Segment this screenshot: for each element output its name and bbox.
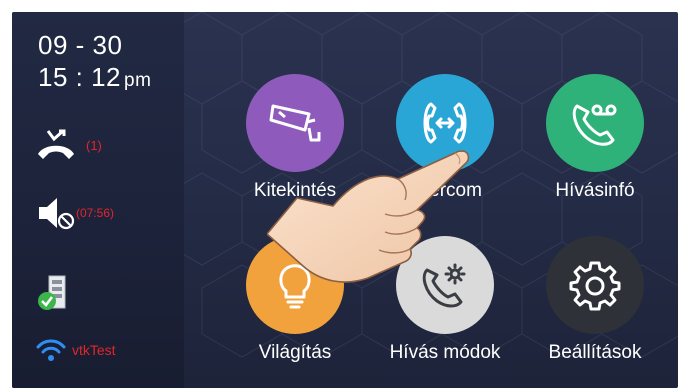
cctv-camera-icon xyxy=(269,104,321,142)
date-display: 09 - 30 xyxy=(38,30,123,60)
home-screen: 09 - 30 15 : 12 pm (1) (07:56) vtkTest K… xyxy=(12,12,678,388)
device-status-row[interactable] xyxy=(36,274,76,312)
mute-row[interactable]: (07:56) xyxy=(36,196,114,230)
pointing-hand-illustration xyxy=(267,150,470,283)
wifi-icon xyxy=(36,339,66,361)
voicemail-phone-icon xyxy=(572,104,617,146)
wifi-network-name: vtkTest xyxy=(72,342,116,358)
mute-speaker-icon xyxy=(39,198,75,230)
device-online-icon xyxy=(38,275,66,310)
wifi-row[interactable]: vtkTest xyxy=(36,338,116,362)
app-hivas-modok-label: Hívás módok xyxy=(389,342,501,363)
missed-calls-count: (1) xyxy=(86,137,102,153)
app-vilagitas-label: Világítás xyxy=(258,342,332,363)
app-hivasinfo-circle xyxy=(546,74,644,172)
app-hivasinfo-label: Hívásinfó xyxy=(555,180,635,201)
gear-icon xyxy=(569,261,621,311)
time-ampm: pm xyxy=(124,70,152,91)
app-beallitasok-label: Beállítások xyxy=(548,342,642,363)
missed-call-icon xyxy=(38,129,74,159)
app-hivasinfo[interactable]: Hívásinfó xyxy=(520,74,670,202)
time-value: 15 : 12 xyxy=(38,62,122,92)
app-beallitasok[interactable]: Beállítások xyxy=(520,236,670,364)
app-beallitasok-circle xyxy=(546,236,644,334)
status-sidebar: 09 - 30 15 : 12 pm (1) (07:56) vtkTest xyxy=(12,12,184,388)
intercom-handset-icon xyxy=(423,102,467,144)
time-display: 15 : 12 pm xyxy=(38,62,151,93)
missed-calls-row[interactable]: (1) xyxy=(36,128,102,162)
mute-timer: (07:56) xyxy=(76,206,115,220)
